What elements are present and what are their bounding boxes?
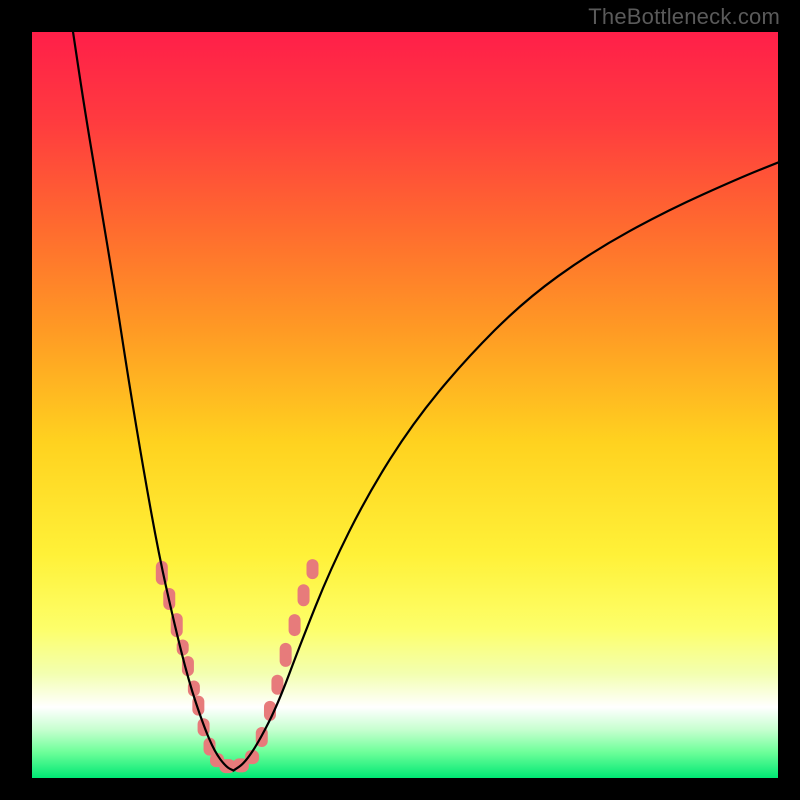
data-marker [280,643,292,667]
curve-left-branch [73,32,233,771]
data-marker [289,614,301,636]
data-marker [298,584,310,606]
plot-area [32,32,778,778]
data-marker [306,559,318,579]
watermark-text: TheBottleneck.com [588,4,780,30]
curve-right-branch [233,163,778,771]
chart-frame: TheBottleneck.com [0,0,800,800]
curve-layer [32,32,778,778]
data-markers [156,559,319,773]
